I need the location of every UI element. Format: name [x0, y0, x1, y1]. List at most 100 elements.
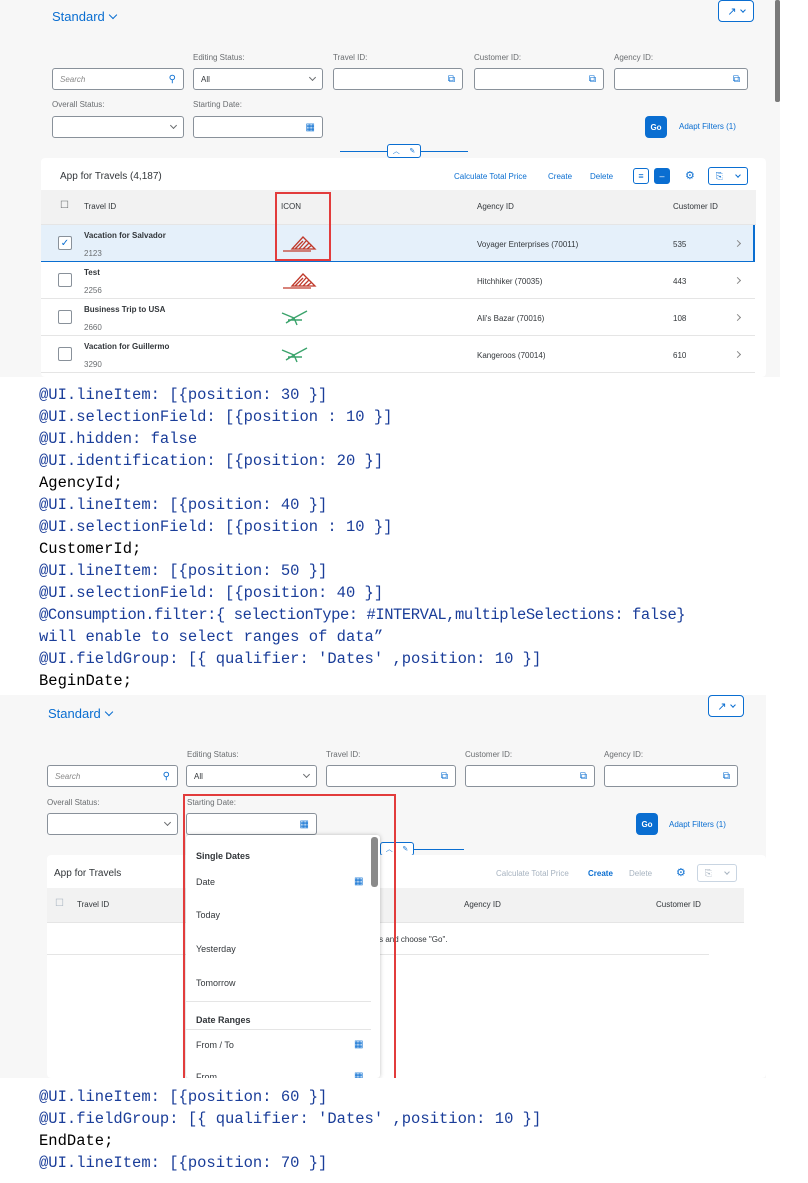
icon-column-highlight — [275, 192, 331, 261]
go-button[interactable]: Go — [636, 813, 658, 835]
customer-cell: 443 — [673, 277, 687, 286]
value-help-icon[interactable]: ⧉ — [441, 771, 448, 782]
variant-label: Standard — [52, 9, 105, 24]
code-line: AgencyId; — [39, 474, 123, 492]
calculate-total-price-button[interactable]: Calculate Total Price — [454, 172, 527, 181]
collapse-header-button[interactable]: ︿ ✎ — [387, 144, 421, 158]
share-icon: ↗ — [727, 5, 737, 18]
travel-name: Business Trip to USA — [84, 305, 166, 314]
export-icon: ⎘ — [715, 170, 723, 181]
list-icon: – — [659, 171, 665, 181]
row-checkbox[interactable]: ✓ — [58, 236, 72, 250]
delete-button[interactable]: Delete — [629, 869, 652, 878]
overall-status-select[interactable] — [52, 116, 184, 138]
customer-id-input[interactable]: ⧉ — [474, 68, 604, 90]
value-help-icon[interactable]: ⧉ — [723, 771, 730, 782]
search-icon: ⚲ — [168, 73, 176, 85]
show-details-button[interactable]: ≡ — [633, 168, 649, 184]
gear-icon[interactable]: ⚙ — [685, 169, 695, 182]
search-icon: ⚲ — [162, 770, 170, 782]
code-line: @UI.lineItem: [{position: 50 }] — [39, 562, 328, 580]
row-checkbox[interactable] — [58, 347, 72, 361]
value-help-icon[interactable]: ⧉ — [580, 771, 587, 782]
page-scrollbar[interactable] — [775, 0, 780, 102]
code-line: EndDate; — [39, 1132, 114, 1150]
code-line: @UI.fieldGroup: [{ qualifier: 'Dates' ,p… — [39, 650, 542, 668]
table-header — [41, 190, 756, 225]
chevron-up-icon: ︿ — [392, 148, 400, 155]
code-line: will enable to select ranges of data” — [39, 628, 384, 646]
agency-cell: Kangeroos (70014) — [477, 351, 546, 360]
table-row[interactable] — [41, 262, 755, 299]
variant-selector[interactable]: Standard — [52, 9, 118, 24]
customer-id-label: Customer ID: — [465, 750, 513, 759]
agency-id-input[interactable]: ⧉ — [614, 68, 748, 90]
agency-id-label: Agency ID: — [614, 53, 654, 62]
agency-cell: Hitchhiker (70035) — [477, 277, 543, 286]
select-all-icon[interactable]: ☐ — [60, 200, 69, 211]
agency-id-input[interactable]: ⧉ — [604, 765, 738, 787]
column-customer-id[interactable]: Customer ID — [656, 900, 701, 909]
code-line: @Consumption.filter:{ selectionType: #IN… — [39, 606, 686, 624]
code-line: @UI.lineItem: [{position: 60 }] — [39, 1088, 328, 1106]
row-checkbox[interactable] — [58, 273, 72, 287]
calendar-icon[interactable]: ▦ — [306, 122, 315, 133]
travel-id-input[interactable]: ⧉ — [333, 68, 463, 90]
travel-id-label: Travel ID: — [326, 750, 361, 759]
select-all-icon[interactable]: ☐ — [55, 898, 64, 909]
editing-status-value: All — [194, 771, 203, 781]
list-icon: ≡ — [638, 171, 644, 181]
code-line: @UI.identification: [{position: 20 }] — [39, 452, 384, 470]
travel-id-label: Travel ID: — [333, 53, 368, 62]
row-checkbox[interactable] — [58, 310, 72, 324]
editing-status-select[interactable]: All — [186, 765, 317, 787]
chevron-down-icon — [735, 171, 742, 178]
adapt-filters-link[interactable]: Adapt Filters (1) — [679, 122, 736, 131]
overall-status-select[interactable] — [47, 813, 178, 835]
create-button[interactable]: Create — [548, 172, 572, 181]
hide-details-button[interactable]: – — [654, 168, 670, 184]
travel-name: Vacation for Salvador — [84, 231, 166, 240]
pin-icon: ✎ — [409, 148, 416, 155]
travel-name: Test — [84, 268, 100, 277]
column-customer-id[interactable]: Customer ID — [673, 202, 718, 211]
value-help-icon[interactable]: ⧉ — [733, 74, 740, 85]
agency-cell: Voyager Enterprises (70011) — [477, 240, 579, 249]
editing-status-select[interactable]: All — [193, 68, 323, 90]
column-travel-id[interactable]: Travel ID — [77, 900, 109, 909]
agency-cell: Ali's Bazar (70016) — [477, 314, 545, 323]
go-button[interactable]: Go — [645, 116, 667, 138]
variant-selector[interactable]: Standard — [48, 706, 114, 721]
red-triangle-icon — [283, 273, 317, 289]
calculate-total-price-button[interactable]: Calculate Total Price — [496, 869, 569, 878]
chevron-down-icon — [739, 6, 746, 13]
gear-icon[interactable]: ⚙ — [676, 866, 686, 879]
create-button[interactable]: Create — [588, 869, 613, 878]
travel-id-input[interactable]: ⧉ — [326, 765, 456, 787]
share-button[interactable]: ↗ — [718, 0, 754, 22]
export-button[interactable]: ⎘ — [708, 167, 748, 185]
export-button[interactable]: ⎘ — [697, 864, 737, 882]
chevron-down-icon — [108, 10, 118, 20]
value-help-icon[interactable]: ⧉ — [589, 74, 596, 85]
travel-id: 2660 — [84, 323, 102, 332]
search-input[interactable]: Search ⚲ — [52, 68, 184, 90]
divider — [414, 849, 464, 850]
customer-id-input[interactable]: ⧉ — [465, 765, 595, 787]
starting-date-input[interactable]: ▦ — [193, 116, 323, 138]
delete-button[interactable]: Delete — [590, 172, 613, 181]
column-agency-id[interactable]: Agency ID — [464, 900, 501, 909]
value-help-icon[interactable]: ⧉ — [448, 74, 455, 85]
search-input[interactable]: Search ⚲ — [47, 765, 178, 787]
column-travel-id[interactable]: Travel ID — [84, 202, 116, 211]
share-icon: ↗ — [717, 700, 727, 713]
chevron-down-icon — [308, 73, 317, 82]
search-placeholder: Search — [60, 74, 86, 84]
table-title: App for Travels (4,187) — [60, 171, 162, 182]
code-line: @UI.lineItem: [{position: 70 }] — [39, 1154, 328, 1172]
column-agency-id[interactable]: Agency ID — [477, 202, 514, 211]
adapt-filters-link[interactable]: Adapt Filters (1) — [669, 820, 726, 829]
travel-id: 2256 — [84, 286, 102, 295]
green-plane-icon — [281, 347, 308, 363]
share-button[interactable]: ↗ — [708, 695, 744, 717]
